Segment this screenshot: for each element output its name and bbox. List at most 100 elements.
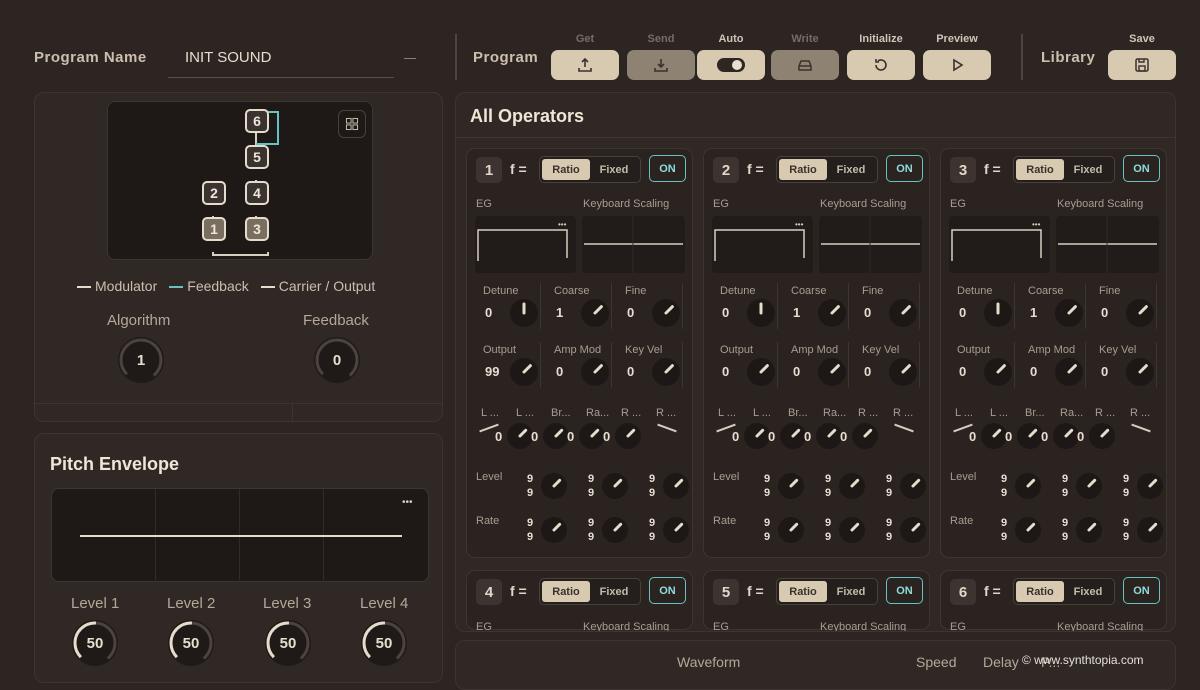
parameter-knob[interactable] [581, 358, 609, 386]
operator-on-button[interactable]: ON [886, 577, 923, 604]
parameter-knob[interactable] [984, 358, 1012, 386]
eg-graph[interactable]: ••• [949, 216, 1050, 273]
parameter-knob[interactable] [839, 473, 865, 499]
keyboard-scaling-graph[interactable] [582, 216, 685, 273]
frequency-mode-toggle[interactable]: Ratio Fixed [776, 156, 878, 183]
ratio-option[interactable]: Ratio [779, 159, 827, 180]
send-button[interactable]: Send [627, 33, 695, 80]
more-icon[interactable]: ••• [402, 497, 413, 508]
frequency-mode-toggle[interactable]: Ratio Fixed [539, 578, 641, 605]
parameter-knob[interactable] [747, 358, 775, 386]
fixed-option[interactable]: Fixed [590, 581, 638, 602]
parameter-knob[interactable] [984, 299, 1012, 327]
ratio-option[interactable]: Ratio [1016, 159, 1064, 180]
parameter-knob[interactable] [818, 299, 846, 327]
parameter-knob[interactable] [1055, 299, 1083, 327]
ratio-option[interactable]: Ratio [779, 581, 827, 602]
parameter-knob[interactable] [1017, 423, 1043, 449]
collapse-dash-icon[interactable] [404, 58, 416, 59]
operator-on-button[interactable]: ON [1123, 155, 1160, 182]
algorithm-knob[interactable]: 1 [118, 337, 164, 383]
parameter-knob[interactable] [1137, 517, 1163, 543]
parameter-knob[interactable] [652, 299, 680, 327]
ratio-option[interactable]: Ratio [542, 159, 590, 180]
ks-curve-icon[interactable] [657, 423, 677, 433]
pitch-envelope-graph[interactable]: ••• [51, 488, 429, 583]
parameter-knob[interactable] [900, 473, 926, 499]
more-icon[interactable]: ••• [795, 220, 803, 229]
parameter-knob[interactable] [900, 517, 926, 543]
save-button[interactable]: Save [1108, 33, 1176, 80]
parameter-knob[interactable] [744, 423, 770, 449]
pitch-level-1-knob[interactable]: 50 [72, 620, 118, 666]
operator-on-button[interactable]: ON [1123, 577, 1160, 604]
parameter-knob[interactable] [1015, 473, 1041, 499]
keyboard-scaling-graph[interactable] [819, 216, 922, 273]
parameter-knob[interactable] [816, 423, 842, 449]
fixed-option[interactable]: Fixed [827, 581, 875, 602]
parameter-knob[interactable] [541, 473, 567, 499]
pitch-level-2-knob[interactable]: 50 [168, 620, 214, 666]
ratio-option[interactable]: Ratio [1016, 581, 1064, 602]
parameter-knob[interactable] [1053, 423, 1079, 449]
eg-graph[interactable]: ••• [475, 216, 576, 273]
frequency-mode-toggle[interactable]: Ratio Fixed [539, 156, 641, 183]
frequency-mode-toggle[interactable]: Ratio Fixed [1013, 578, 1115, 605]
parameter-knob[interactable] [663, 517, 689, 543]
fixed-option[interactable]: Fixed [827, 159, 875, 180]
more-icon[interactable]: ••• [1032, 220, 1040, 229]
write-button[interactable]: Write [771, 33, 839, 80]
eg-graph[interactable]: ••• [712, 216, 813, 273]
parameter-knob[interactable] [780, 423, 806, 449]
parameter-knob[interactable] [852, 423, 878, 449]
preview-button[interactable]: Preview [923, 33, 991, 80]
frequency-mode-toggle[interactable]: Ratio Fixed [776, 578, 878, 605]
parameter-knob[interactable] [839, 517, 865, 543]
parameter-knob[interactable] [1055, 358, 1083, 386]
fixed-option[interactable]: Fixed [590, 159, 638, 180]
keyboard-scaling-graph[interactable] [1056, 216, 1159, 273]
operator-on-button[interactable]: ON [649, 155, 686, 182]
parameter-knob[interactable] [510, 358, 538, 386]
parameter-knob[interactable] [510, 299, 538, 327]
auto-toggle[interactable]: Auto [697, 33, 765, 80]
fixed-option[interactable]: Fixed [1064, 581, 1112, 602]
parameter-knob[interactable] [1015, 517, 1041, 543]
initialize-button[interactable]: Initialize [847, 33, 915, 80]
parameter-knob[interactable] [541, 517, 567, 543]
parameter-knob[interactable] [818, 358, 846, 386]
parameter-knob[interactable] [615, 423, 641, 449]
parameter-knob[interactable] [543, 423, 569, 449]
frequency-mode-toggle[interactable]: Ratio Fixed [1013, 156, 1115, 183]
ks-curve-icon[interactable] [894, 423, 914, 433]
get-button[interactable]: Get [551, 33, 619, 80]
operator-on-button[interactable]: ON [886, 155, 923, 182]
parameter-knob[interactable] [1076, 517, 1102, 543]
feedback-knob[interactable]: 0 [314, 337, 360, 383]
parameter-knob[interactable] [602, 517, 628, 543]
parameter-knob[interactable] [981, 423, 1007, 449]
parameter-knob[interactable] [1126, 299, 1154, 327]
ratio-option[interactable]: Ratio [542, 581, 590, 602]
parameter-knob[interactable] [778, 517, 804, 543]
ks-curve-icon[interactable] [1131, 423, 1151, 433]
parameter-knob[interactable] [663, 473, 689, 499]
parameter-knob[interactable] [579, 423, 605, 449]
parameter-knob[interactable] [889, 299, 917, 327]
parameter-knob[interactable] [747, 299, 775, 327]
grid-view-icon[interactable] [338, 110, 366, 138]
parameter-knob[interactable] [1137, 473, 1163, 499]
program-name-field[interactable]: INIT SOUND [168, 40, 394, 78]
parameter-knob[interactable] [652, 358, 680, 386]
parameter-knob[interactable] [602, 473, 628, 499]
operator-on-button[interactable]: ON [649, 577, 686, 604]
parameter-knob[interactable] [1076, 473, 1102, 499]
parameter-knob[interactable] [507, 423, 533, 449]
parameter-knob[interactable] [778, 473, 804, 499]
parameter-knob[interactable] [581, 299, 609, 327]
pitch-level-4-knob[interactable]: 50 [361, 620, 407, 666]
parameter-knob[interactable] [1126, 358, 1154, 386]
parameter-knob[interactable] [1089, 423, 1115, 449]
pitch-level-3-knob[interactable]: 50 [265, 620, 311, 666]
fixed-option[interactable]: Fixed [1064, 159, 1112, 180]
